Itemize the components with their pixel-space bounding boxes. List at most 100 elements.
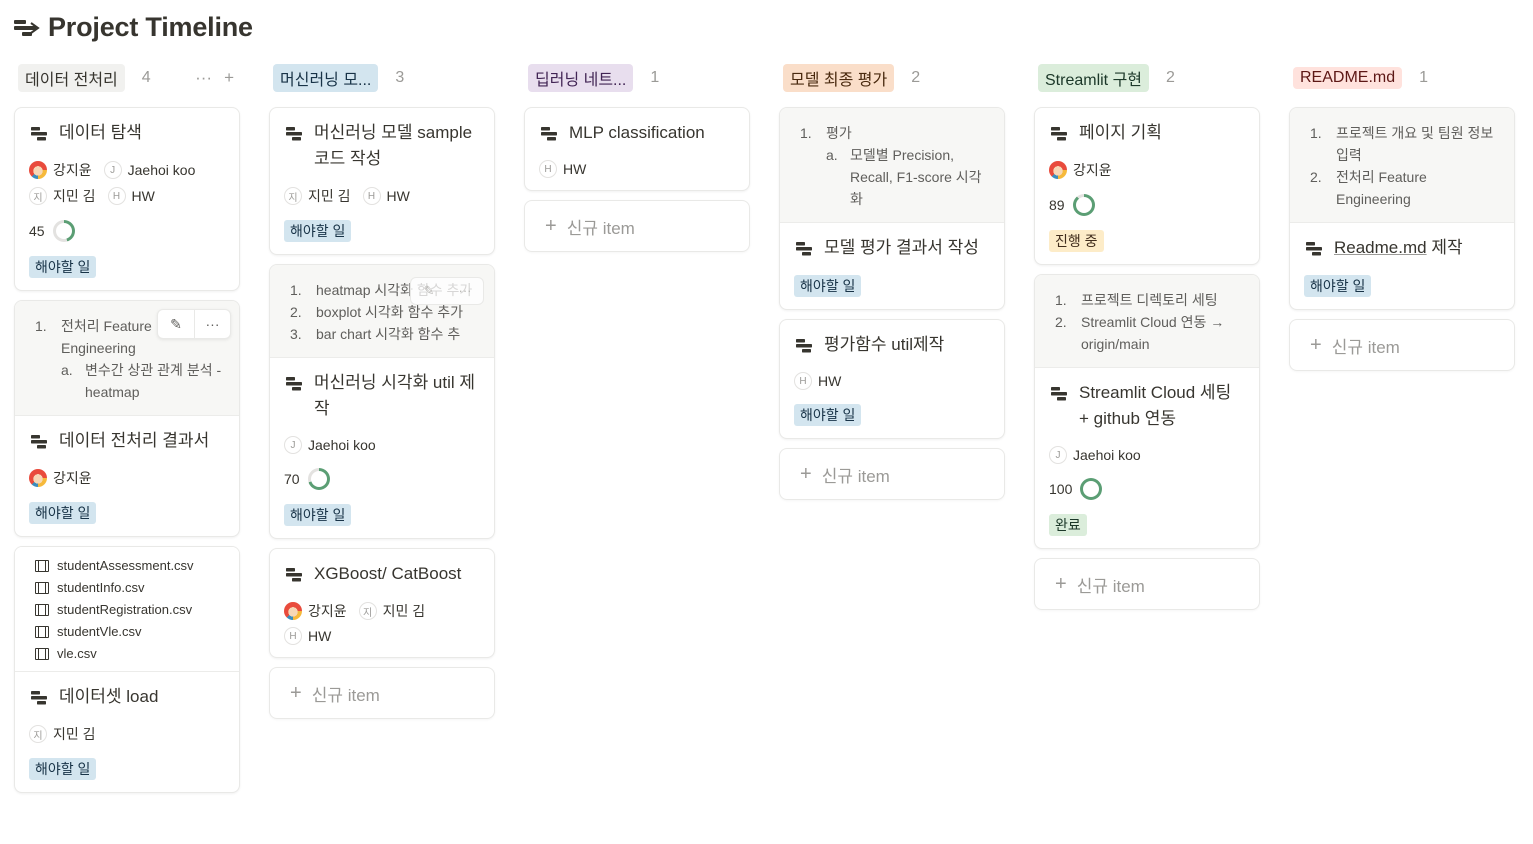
avatar [284, 602, 302, 620]
timeline-card[interactable]: 1. heatmap 시각화 함수 추가 2. boxplot 시각화 함수 추가 3.… [269, 264, 495, 539]
assignee: 강지윤 [284, 601, 347, 621]
new-item-button[interactable]: + 신규 item [524, 200, 750, 252]
card-title-text: 페이지 기획 [1079, 123, 1162, 142]
more-icon[interactable]: ··· [447, 278, 483, 304]
card-hover-toolbar: ✎ ··· [157, 309, 231, 339]
assignee: J Jaehoi koo [284, 436, 376, 454]
card-preview: 1. 프로젝트 개요 및 팀원 정보 입력 2. 전처리 Feature Engine… [1290, 108, 1514, 223]
list-number: 3. [290, 326, 302, 342]
assignee-name: HW [563, 161, 587, 177]
assignee-name: HW [386, 188, 410, 204]
card-body: 평가함수 util제작 H HW 해야할 일 [780, 320, 1004, 438]
timeline-card[interactable]: MLP classification H HW [524, 107, 750, 191]
card-title: XGBoost/ CatBoost [284, 561, 480, 587]
column-name[interactable]: 머신러닝 모... [273, 64, 379, 92]
file-item[interactable]: studentRegistration.csv [35, 599, 223, 621]
column-name[interactable]: 모델 최종 평가 [783, 64, 895, 92]
card-title: 데이터 전처리 결과서 [29, 428, 225, 454]
column-name[interactable]: 데이터 전처리 [18, 64, 125, 92]
file-name: studentVle.csv [57, 624, 142, 639]
card-list: 데이터 탐색 강지윤 J Jaehoi koo 지 지민 김 H HW 45 해야할 일 1. 전처리… [14, 107, 240, 793]
file-item[interactable]: studentInfo.csv [35, 577, 223, 599]
assignee-name: HW [818, 373, 842, 389]
column-name[interactable]: README.md [1293, 67, 1403, 89]
new-item-button[interactable]: + 신규 item [1289, 319, 1515, 371]
card-title-text: 머신러닝 모델 sample 코드 작성 [314, 123, 473, 168]
new-item-button[interactable]: + 신규 item [1034, 558, 1260, 610]
status-badge: 해야할 일 [29, 256, 97, 278]
assignee: J Jaehoi koo [1049, 446, 1141, 464]
timeline-card[interactable]: studentAssessment.csv studentInfo.csv stud… [14, 546, 240, 793]
list-number: a. [61, 362, 73, 378]
new-item-button[interactable]: + 신규 item [269, 667, 495, 719]
card-title: 머신러닝 모델 sample 코드 작성 [284, 120, 480, 172]
timeline-card[interactable]: 머신러닝 모델 sample 코드 작성 지 지민 김 H HW 해야할 일 [269, 107, 495, 255]
card-title-text: 모델 평가 결과서 작성 [824, 238, 979, 257]
card-body: 페이지 기획 강지윤 89 진행 중 [1035, 108, 1259, 264]
timeline-card[interactable]: 1. 평가 a. 모델별 Precision, Recall, F1-score 시각… [779, 107, 1005, 310]
timeline-item-icon [541, 127, 557, 141]
column-count: 2 [1166, 69, 1175, 86]
new-item-label: 신규 item [1076, 576, 1145, 596]
timeline-card[interactable]: 페이지 기획 강지윤 89 진행 중 [1034, 107, 1260, 265]
timeline-card[interactable]: 평가함수 util제작 H HW 해야할 일 [779, 319, 1005, 439]
list-text: 프로젝트 디렉토리 세팅 [1081, 292, 1218, 308]
assignee-name: HW [131, 188, 155, 204]
edit-icon[interactable]: ✎ [411, 278, 447, 304]
card-title-text: 머신러닝 시각화 util 제작 [314, 373, 476, 418]
table-icon [35, 604, 49, 616]
progress: 70 [284, 468, 480, 490]
timeline-item-icon [286, 127, 302, 141]
board-column: 딥러닝 네트... 1 MLP classification H HW + 신규 item [524, 62, 750, 793]
assignee: 지 지민 김 [358, 601, 426, 621]
card-title: 머신러닝 시각화 util 제작 [284, 370, 480, 422]
assignee-name: HW [308, 628, 332, 644]
more-icon[interactable]: ··· [194, 310, 230, 338]
timeline-card[interactable]: 1. 전처리 Feature Engineering a. 변수간 상관 관계 분석 … [14, 300, 240, 537]
timeline-icon [14, 19, 40, 36]
list-number: a. [826, 147, 838, 163]
card-body: Readme.md 제작 해야할 일 [1290, 223, 1514, 309]
assignees: J Jaehoi koo [1049, 446, 1245, 464]
timeline-card[interactable]: 1. 프로젝트 디렉토리 세팅 2. Streamlit Cloud 연동 → ori… [1034, 274, 1260, 549]
card-title: MLP classification [539, 120, 735, 146]
card-title-link[interactable]: Readme.md [1334, 238, 1427, 257]
column-header: 데이터 전처리 4 ··· + [14, 62, 240, 94]
card-preview: 1. 전처리 Feature Engineering a. 변수간 상관 관계 분석 … [15, 301, 239, 416]
list-text: 프로젝트 개요 및 팀원 정보 입력 [1336, 125, 1494, 163]
assignee-name: 지민 김 [308, 188, 351, 204]
list-text: bar chart 시각화 함수 추 [316, 326, 461, 342]
status-badge: 해야할 일 [1304, 275, 1372, 297]
file-item[interactable]: vle.csv [35, 643, 223, 665]
add-icon[interactable]: + [224, 68, 234, 88]
assignee: 지 지민 김 [29, 186, 96, 206]
progress-ring [52, 220, 75, 242]
board-column: README.md 1 1. 프로젝트 개요 및 팀원 정보 입력 2. 전처리 Feat… [1289, 62, 1515, 793]
assignee-name: 지민 김 [382, 603, 426, 619]
new-item-button[interactable]: + 신규 item [779, 448, 1005, 500]
assignee-name: Jaehoi koo [308, 437, 376, 453]
column-name[interactable]: 딥러닝 네트... [528, 64, 634, 92]
file-name: studentInfo.csv [57, 580, 145, 595]
column-name[interactable]: Streamlit 구현 [1038, 64, 1150, 92]
board-column: 머신러닝 모... 3 머신러닝 모델 sample 코드 작성 지 지민 김 H HW 해야… [269, 62, 495, 793]
assignee: H HW [284, 627, 331, 645]
card-body: 머신러닝 시각화 util 제작 J Jaehoi koo 70 해야할 일 [270, 358, 494, 538]
status-badge: 진행 중 [1049, 230, 1104, 252]
more-icon[interactable]: ··· [195, 68, 212, 88]
timeline-card[interactable]: 1. 프로젝트 개요 및 팀원 정보 입력 2. 전처리 Feature Engine… [1289, 107, 1515, 310]
list-number: 1. [35, 318, 47, 334]
assignee-name: 강지윤 [308, 603, 347, 619]
avatar: H [362, 187, 381, 205]
timeline-card[interactable]: XGBoost/ CatBoost 강지윤 지 지민 김 H HW [269, 548, 495, 658]
card-body: 데이터 탐색 강지윤 J Jaehoi koo 지 지민 김 H HW 45 해야할 일 [15, 108, 239, 290]
file-item[interactable]: studentAssessment.csv [35, 555, 223, 577]
edit-icon[interactable]: ✎ [158, 310, 194, 338]
preview-list-item: a. 변수간 상관 관계 분석 - heatmap [35, 359, 223, 403]
preview-list-item: a. 모델별 Precision, Recall, F1-score 시각화 [800, 144, 988, 210]
file-item[interactable]: studentVle.csv [35, 621, 223, 643]
list-number: 1. [800, 125, 812, 141]
timeline-card[interactable]: 데이터 탐색 강지윤 J Jaehoi koo 지 지민 김 H HW 45 해야할 일 [14, 107, 240, 291]
progress-value: 100 [1049, 481, 1073, 497]
column-tools: ··· + [195, 68, 234, 88]
